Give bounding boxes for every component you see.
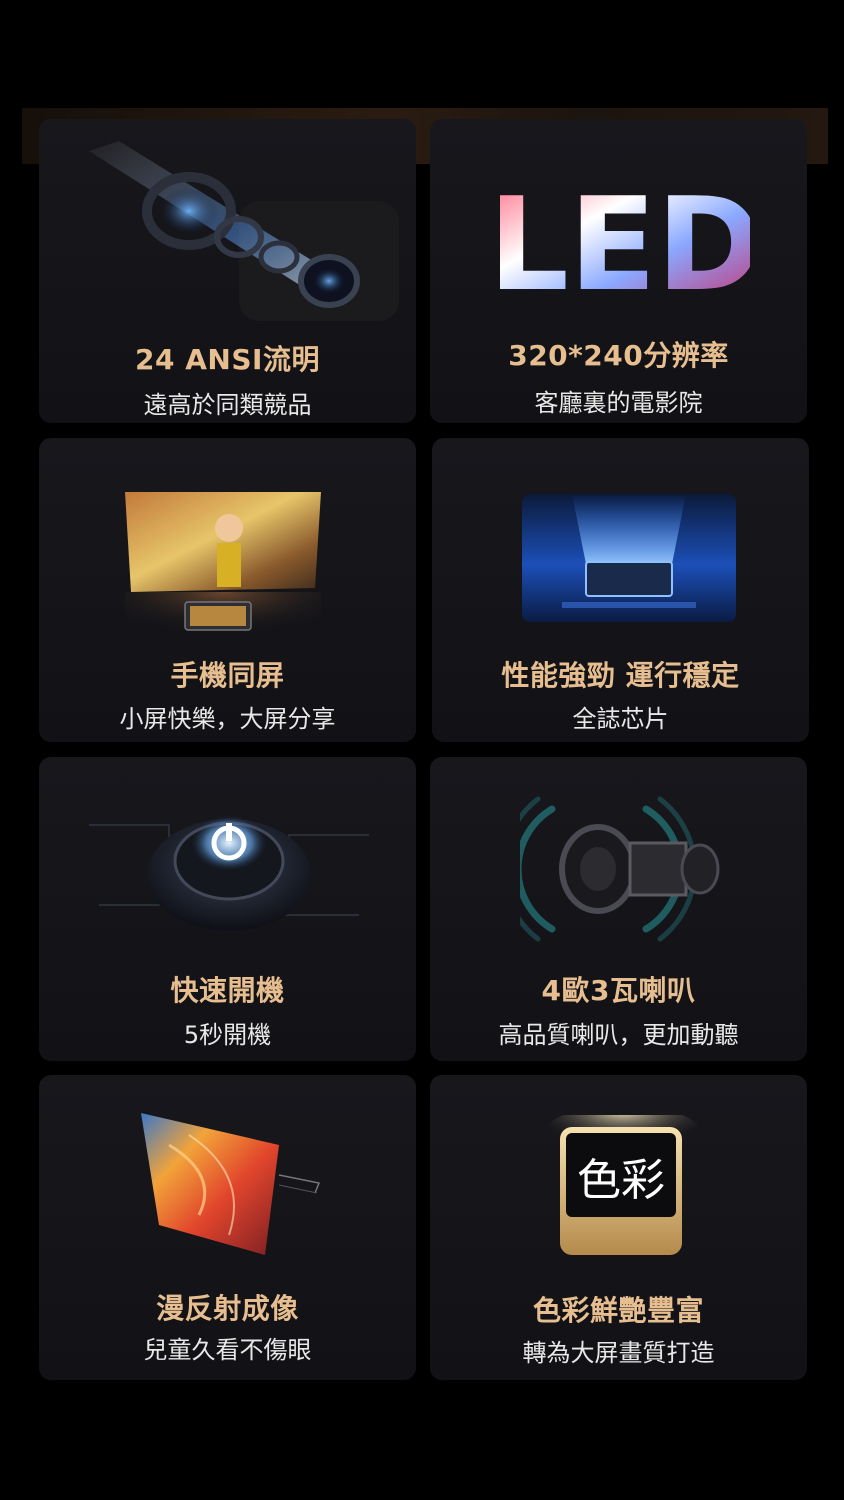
svg-text:LED: LED bbox=[500, 174, 750, 304]
feature-card-resolution: LED 320*240分辨率 客廳裏的電影院 bbox=[430, 119, 807, 423]
feature-card-mirroring: 手機同屏 小屏快樂，大屏分享 bbox=[39, 438, 416, 742]
feature-title: 320*240分辨率 bbox=[508, 339, 729, 372]
color-badge-icon: 色彩 bbox=[543, 1115, 703, 1255]
feature-card-brightness: 24 ANSI流明 遠高於同類競品 bbox=[39, 119, 416, 423]
feature-title: 4歐3瓦喇叭 bbox=[541, 974, 696, 1007]
feature-subtitle: 客廳裏的電影院 bbox=[534, 389, 703, 417]
feature-title: 性能強勁 運行穩定 bbox=[501, 659, 740, 692]
feature-subtitle: 遠高於同類競品 bbox=[143, 391, 312, 419]
lens-icon bbox=[89, 141, 399, 321]
feature-title: 色彩鮮艷豐富 bbox=[532, 1294, 704, 1327]
feature-card-fast-boot: 快速開機 5秒開機 bbox=[39, 757, 416, 1061]
feature-subtitle: 高品質喇叭，更加動聽 bbox=[498, 1021, 739, 1049]
feature-title: 快速開機 bbox=[170, 974, 285, 1007]
feature-title: 24 ANSI流明 bbox=[135, 343, 320, 376]
feature-card-color: 色彩 色彩鮮艷豐富 轉為大屏畫質打造 bbox=[430, 1075, 807, 1380]
feature-subtitle: 5秒開機 bbox=[183, 1021, 272, 1049]
diffuse-screen-icon bbox=[141, 1113, 321, 1255]
svg-text:色彩: 色彩 bbox=[577, 1155, 665, 1206]
led-logo: LED bbox=[500, 174, 750, 304]
feature-card-speaker: 4歐3瓦喇叭 高品質喇叭，更加動聽 bbox=[430, 757, 807, 1061]
feature-title: 手機同屏 bbox=[170, 659, 285, 692]
feature-card-performance: 性能強勁 運行穩定 全誌芯片 bbox=[432, 438, 809, 742]
chip-icon bbox=[522, 494, 736, 622]
feature-subtitle: 小屏快樂，大屏分享 bbox=[119, 705, 336, 733]
speaker-icon bbox=[520, 796, 720, 942]
feature-subtitle: 轉為大屏畫質打造 bbox=[522, 1339, 715, 1367]
feature-subtitle: 兒童久看不傷眼 bbox=[143, 1336, 312, 1364]
power-icon bbox=[89, 815, 369, 931]
feature-title: 漫反射成像 bbox=[156, 1292, 299, 1325]
screen-mirroring-icon bbox=[125, 492, 321, 652]
feature-subtitle: 全誌芯片 bbox=[572, 705, 669, 733]
feature-card-diffuse-imaging: 漫反射成像 兒童久看不傷眼 bbox=[39, 1075, 416, 1380]
